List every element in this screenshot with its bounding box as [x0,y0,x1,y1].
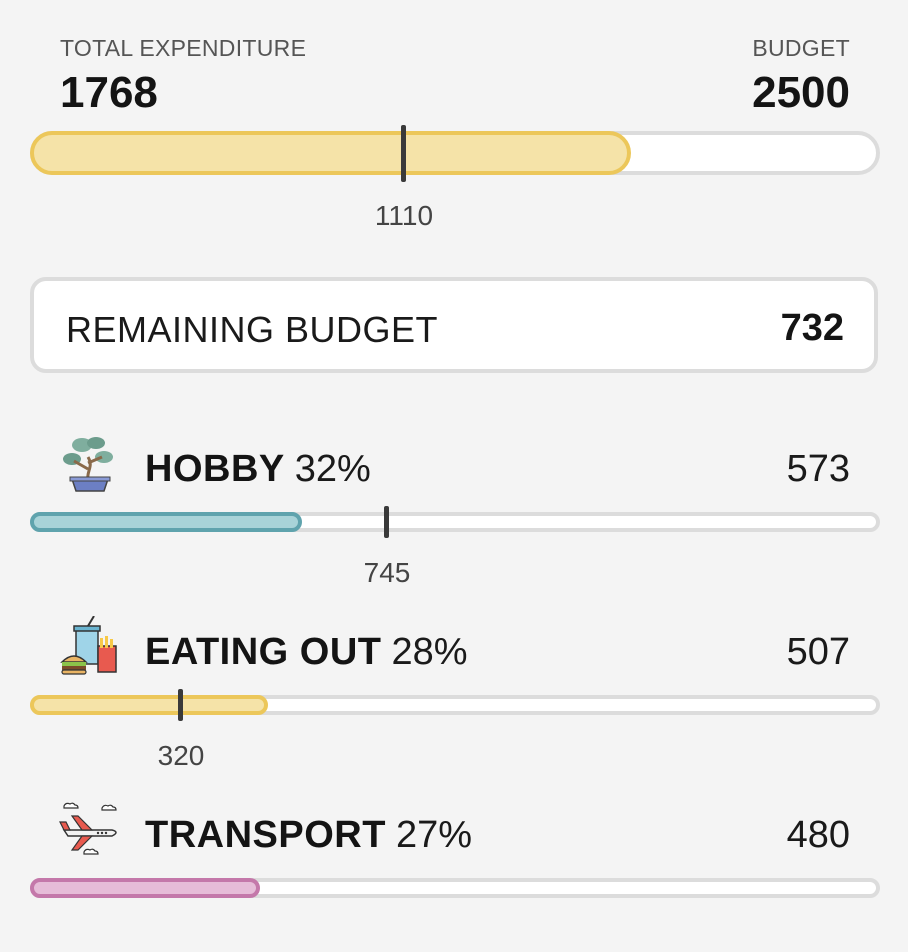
bonsai-icon [63,437,113,492]
category-progress-fill [30,512,302,532]
category-name: HOBBY [145,448,285,490]
remaining-budget-label: REMAINING BUDGET [66,309,439,350]
category-target-label: 320 [157,740,205,771]
category-progress-fill [30,695,268,715]
budget-value: 2500 [752,68,850,117]
category-progress-bar [30,695,880,715]
category-percent: 27% [395,814,473,856]
remaining-budget-value: 732 [780,307,844,349]
total-target-marker [401,125,406,182]
remaining-budget-card: REMAINING BUDGET 732 [30,277,878,373]
category-progress-bar [30,878,880,898]
category-name: EATING OUT [145,631,382,673]
fast-food-icon [60,616,117,675]
category-progress-fill [30,878,260,898]
category-amount: 507 [786,631,850,673]
category-percent: 32% [294,448,371,490]
category-progress-bar [30,512,880,532]
total-progress-bar [30,131,880,175]
total-progress-fill [30,131,631,175]
category-target-marker [384,506,389,538]
total-expenditure-label: TOTAL EXPENDITURE [60,35,307,61]
category-target-marker [178,689,183,721]
budget-label: BUDGET [752,35,850,61]
total-target-label: 1110 [374,200,434,231]
category-percent: 28% [391,631,468,673]
category-amount: 573 [786,448,850,490]
airplane-icon [59,802,117,855]
category-amount: 480 [786,814,850,856]
category-name: TRANSPORT [145,814,386,856]
category-target-label: 745 [363,557,411,588]
total-expenditure-value: 1768 [60,68,158,117]
